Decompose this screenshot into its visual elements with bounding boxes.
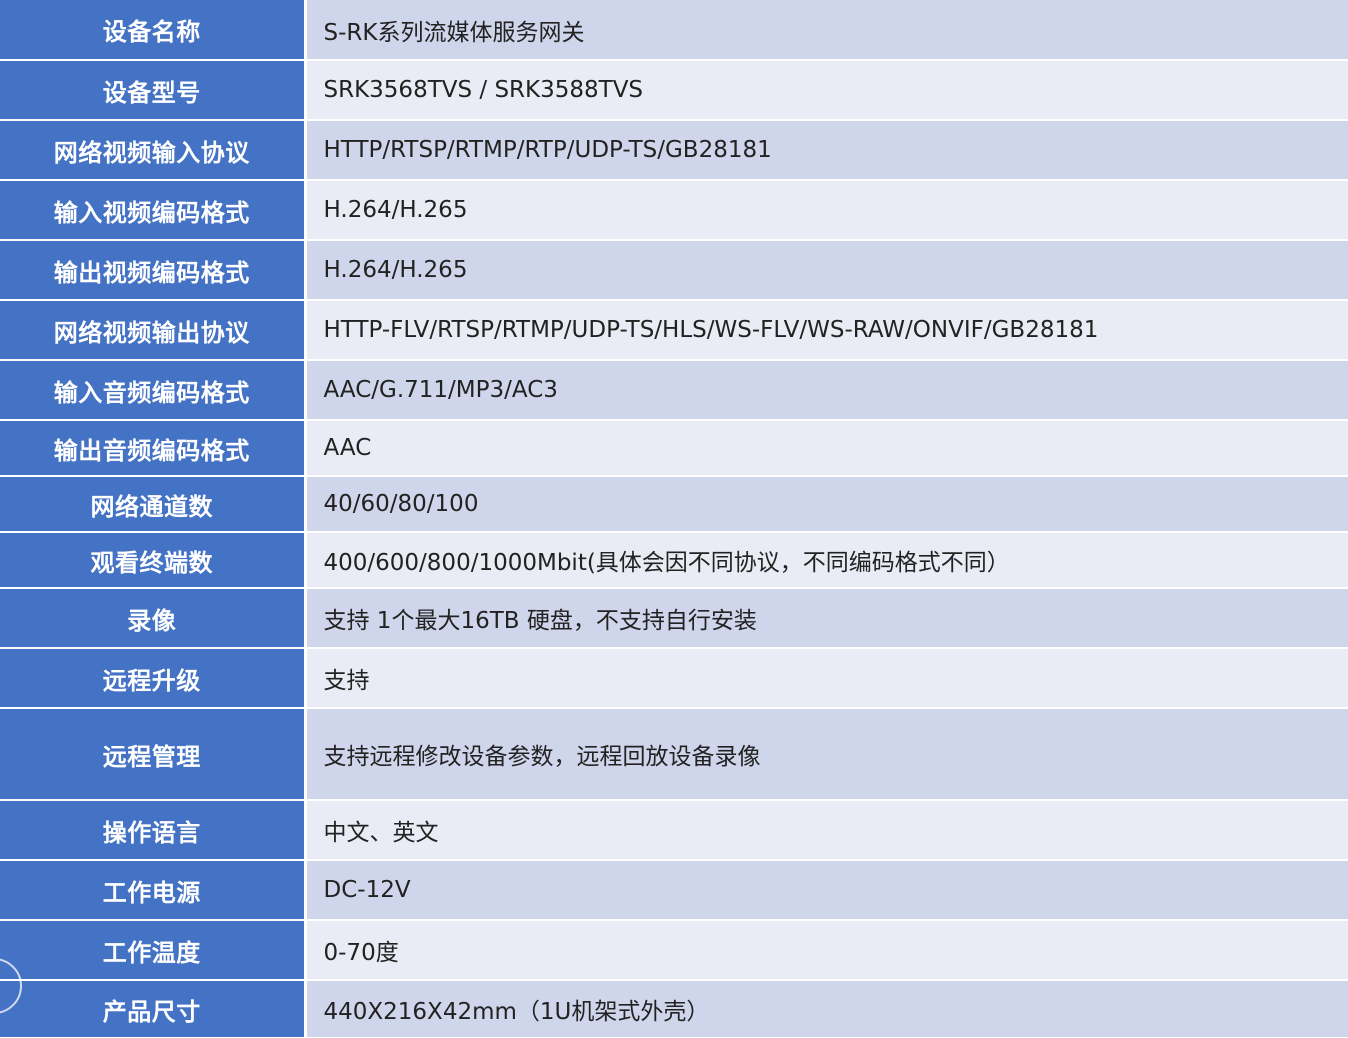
row-value: H.264/H.265 — [305, 240, 1348, 301]
row-label: 工作温度 — [0, 920, 307, 981]
row-value: 0-70度 — [305, 920, 1348, 981]
table-row-video-output-codec: 输出视频编码格式 H.264/H.265 — [0, 240, 1348, 301]
table-row-temperature: 工作温度 0-70度 — [0, 920, 1348, 981]
row-value: H.264/H.265 — [305, 180, 1348, 241]
row-label: 操作语言 — [0, 800, 307, 861]
row-label: 远程管理 — [0, 708, 307, 801]
table-row-device-model: 设备型号 SRK3568TVS / SRK3588TVS — [0, 60, 1348, 121]
row-label: 输入音频编码格式 — [0, 360, 307, 421]
row-label: 工作电源 — [0, 860, 307, 921]
row-value: 支持 — [305, 648, 1348, 709]
spec-table: 设备名称 S-RK系列流媒体服务网关 设备型号 SRK3568TVS / SRK… — [0, 0, 1348, 1038]
row-label: 输入视频编码格式 — [0, 180, 307, 241]
row-label: 观看终端数 — [0, 532, 307, 589]
row-value: 支持远程修改设备参数，远程回放设备录像 — [305, 708, 1348, 801]
row-label: 设备型号 — [0, 60, 307, 121]
table-row-power: 工作电源 DC-12V — [0, 860, 1348, 921]
table-row-video-output-protocol: 网络视频输出协议 HTTP-FLV/RTSP/RTMP/UDP-TS/HLS/W… — [0, 300, 1348, 361]
row-label: 产品尺寸 — [0, 980, 307, 1038]
row-label: 远程升级 — [0, 648, 307, 709]
row-value: AAC — [305, 420, 1348, 477]
row-label: 网络视频输入协议 — [0, 120, 307, 181]
table-row-dimensions: 产品尺寸 440X216X42mm（1U机架式外壳） — [0, 980, 1348, 1038]
table-row-viewer-count: 观看终端数 400/600/800/1000Mbit(具体会因不同协议，不同编码… — [0, 532, 1348, 589]
table-row-recording: 录像 支持 1个最大16TB 硬盘，不支持自行安装 — [0, 588, 1348, 649]
row-value: AAC/G.711/MP3/AC3 — [305, 360, 1348, 421]
table-row-language: 操作语言 中文、英文 — [0, 800, 1348, 861]
row-label: 录像 — [0, 588, 307, 649]
table-row-audio-input-codec: 输入音频编码格式 AAC/G.711/MP3/AC3 — [0, 360, 1348, 421]
table-row-audio-output-codec: 输出音频编码格式 AAC — [0, 420, 1348, 477]
row-label: 网络通道数 — [0, 476, 307, 533]
row-value: 支持 1个最大16TB 硬盘，不支持自行安装 — [305, 588, 1348, 649]
row-label: 输出视频编码格式 — [0, 240, 307, 301]
row-label: 网络视频输出协议 — [0, 300, 307, 361]
row-value: 440X216X42mm（1U机架式外壳） — [305, 980, 1348, 1038]
row-value: HTTP-FLV/RTSP/RTMP/UDP-TS/HLS/WS-FLV/WS-… — [305, 300, 1348, 361]
row-label: 输出音频编码格式 — [0, 420, 307, 477]
row-value: DC-12V — [305, 860, 1348, 921]
row-value: 40/60/80/100 — [305, 476, 1348, 533]
row-value: 中文、英文 — [305, 800, 1348, 861]
table-row-remote-management: 远程管理 支持远程修改设备参数，远程回放设备录像 — [0, 708, 1348, 801]
row-value: HTTP/RTSP/RTMP/RTP/UDP-TS/GB28181 — [305, 120, 1348, 181]
row-value: SRK3568TVS / SRK3588TVS — [305, 60, 1348, 121]
table-row-video-input-codec: 输入视频编码格式 H.264/H.265 — [0, 180, 1348, 241]
row-value: 400/600/800/1000Mbit(具体会因不同协议，不同编码格式不同） — [305, 532, 1348, 589]
table-row-device-name: 设备名称 S-RK系列流媒体服务网关 — [0, 0, 1348, 61]
table-row-remote-upgrade: 远程升级 支持 — [0, 648, 1348, 709]
row-label: 设备名称 — [0, 0, 307, 61]
table-row-video-input-protocol: 网络视频输入协议 HTTP/RTSP/RTMP/RTP/UDP-TS/GB281… — [0, 120, 1348, 181]
row-value: S-RK系列流媒体服务网关 — [305, 0, 1348, 61]
table-row-channel-count: 网络通道数 40/60/80/100 — [0, 476, 1348, 533]
